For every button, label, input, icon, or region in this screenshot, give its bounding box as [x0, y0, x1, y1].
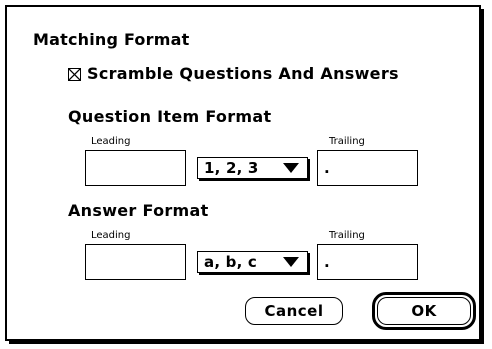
cancel-button[interactable]: Cancel [245, 297, 343, 325]
dialog-title: Matching Format [33, 30, 190, 49]
popup-triangle-down-icon [283, 257, 299, 267]
answer-leading-field[interactable] [85, 244, 186, 280]
question-trailing-field[interactable]: . [317, 150, 418, 186]
answer-leading-label: Leading [91, 230, 131, 241]
ok-button[interactable]: OK [377, 297, 471, 325]
answer-trailing-field[interactable]: . [317, 244, 418, 280]
question-numbering-popup[interactable]: 1, 2, 3 [197, 157, 308, 179]
question-trailing-label: Trailing [329, 136, 365, 147]
answer-numbering-popup[interactable]: a, b, c [197, 251, 308, 273]
answer-trailing-label: Trailing [329, 230, 365, 241]
question-leading-label: Leading [91, 136, 131, 147]
checkbox-checked-icon[interactable] [68, 67, 81, 81]
scramble-checkbox[interactable]: Scramble Questions And Answers [68, 64, 399, 84]
dialog-shadow-right [481, 9, 484, 344]
matching-format-dialog: Matching Format Scramble Questions And A… [0, 0, 492, 349]
question-numbering-value: 1, 2, 3 [204, 159, 259, 177]
scramble-checkbox-label[interactable]: Scramble Questions And Answers [87, 64, 399, 84]
answer-numbering-value: a, b, c [204, 253, 257, 271]
question-leading-field[interactable] [85, 150, 186, 186]
dialog-shadow-bottom [9, 341, 484, 344]
answer-format-heading: Answer Format [68, 201, 209, 220]
question-format-heading: Question Item Format [68, 107, 272, 126]
popup-triangle-down-icon [283, 163, 299, 173]
